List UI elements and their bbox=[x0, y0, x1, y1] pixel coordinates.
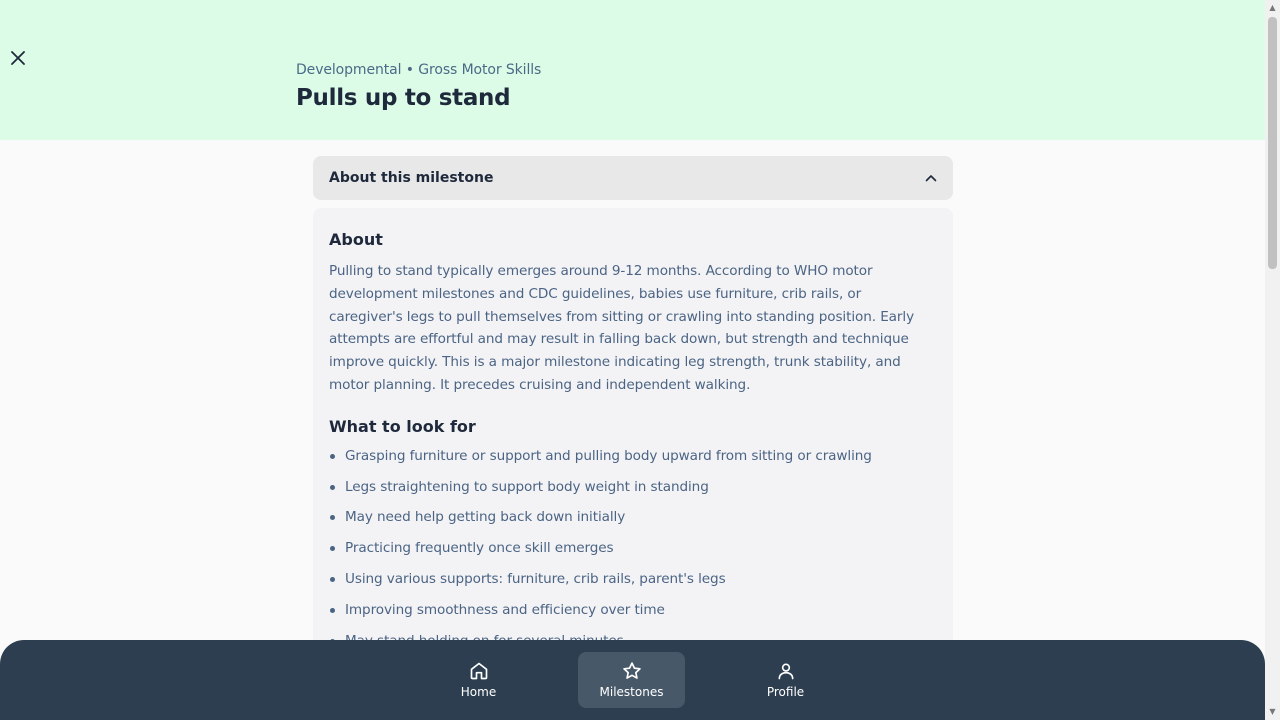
nav-item-profile[interactable]: Profile bbox=[732, 652, 839, 708]
close-button[interactable] bbox=[8, 48, 28, 68]
list-item: Improving smoothness and efficiency over… bbox=[329, 599, 937, 621]
about-panel: About Pulling to stand typically emerges… bbox=[313, 208, 953, 648]
nav-label-milestones: Milestones bbox=[599, 685, 664, 699]
look-for-list: Grasping furniture or support and pullin… bbox=[329, 445, 937, 648]
user-icon bbox=[778, 663, 793, 680]
chevron-up-icon bbox=[925, 175, 937, 182]
nav-label-profile: Profile bbox=[766, 685, 805, 699]
list-item: Using various supports: furniture, crib … bbox=[329, 568, 937, 590]
scrollbar[interactable]: ▲ ▼ bbox=[1265, 0, 1280, 720]
about-heading: About bbox=[329, 230, 383, 249]
breadcrumb: Developmental • Gross Motor Skills bbox=[296, 62, 542, 78]
accordion-title: About this milestone bbox=[329, 170, 494, 186]
header: Developmental • Gross Motor Skills Pulls… bbox=[0, 0, 1265, 140]
scroll-down-icon[interactable]: ▼ bbox=[1268, 707, 1277, 716]
list-item: Practicing frequently once skill emerges bbox=[329, 537, 937, 559]
nav-item-home[interactable]: Home bbox=[425, 652, 532, 708]
list-item: May need help getting back down initiall… bbox=[329, 506, 937, 528]
look-for-heading: What to look for bbox=[329, 416, 476, 436]
list-item: Legs straightening to support body weigh… bbox=[329, 476, 937, 498]
home-icon bbox=[470, 662, 487, 680]
about-text: Pulling to stand typically emerges aroun… bbox=[329, 263, 915, 393]
list-item: Grasping furniture or support and pullin… bbox=[329, 445, 937, 467]
nav-item-milestones[interactable]: Milestones bbox=[578, 652, 685, 708]
scroll-up-icon[interactable]: ▲ bbox=[1268, 3, 1277, 12]
page-title: Pulls up to stand bbox=[296, 85, 511, 111]
scroll-thumb[interactable] bbox=[1268, 17, 1277, 269]
star-icon bbox=[622, 662, 641, 679]
nav-label-home: Home bbox=[460, 685, 497, 699]
bottom-nav: Home Milestones Profile bbox=[0, 640, 1265, 720]
about-accordion-toggle[interactable]: About this milestone bbox=[313, 156, 953, 200]
close-icon[interactable] bbox=[11, 51, 25, 65]
